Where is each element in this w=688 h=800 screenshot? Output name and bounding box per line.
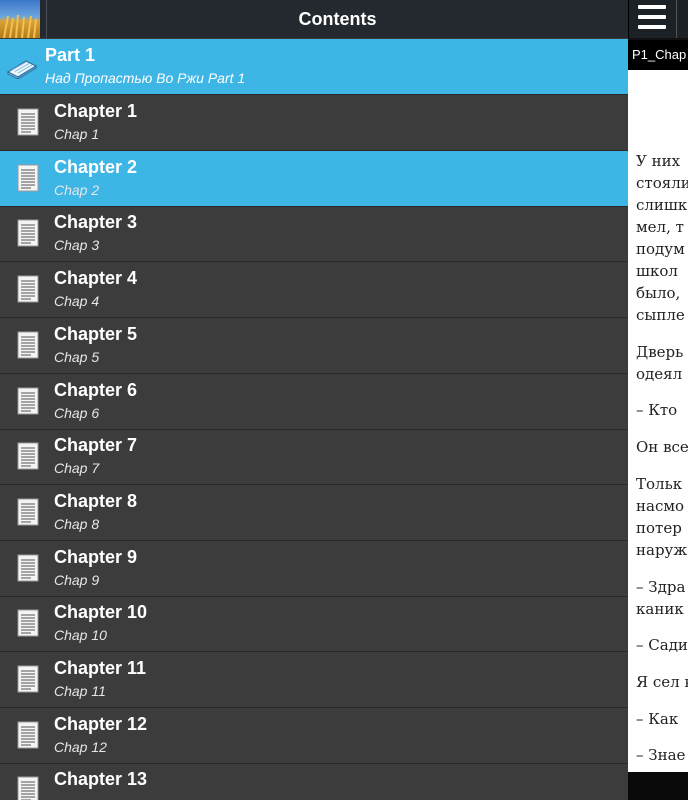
reader-line: школ — [636, 262, 678, 280]
toc-chapter-title: Chapter 8 — [54, 490, 138, 511]
reader-line: одеял — [636, 365, 683, 383]
reader-line: – Как — [636, 710, 679, 728]
toc-chapter-item[interactable]: Chapter 13 — [0, 763, 628, 800]
reader-line: подум — [636, 240, 685, 258]
toc-chapter-subtitle: Chap 6 — [54, 404, 100, 421]
toc-chapter-title: Chapter 12 — [54, 713, 148, 734]
toc-chapter-title: Chapter 9 — [54, 546, 138, 567]
toc-chapter-title: Chapter 10 — [54, 602, 148, 623]
toc-chapter-subtitle: Chap 4 — [54, 293, 100, 310]
toc-chapter-item[interactable]: Chapter 6 Chap 6 — [0, 374, 628, 430]
toc-chapter-title: Chapter 6 — [54, 379, 138, 400]
reader-page: У них стояли слишк мел, т подум школ был… — [628, 70, 688, 772]
toc-chapter-item[interactable]: Chapter 2 Chap 2 — [0, 150, 628, 207]
toc-chapter-item[interactable]: Chapter 5 Chap 5 — [0, 318, 628, 374]
drawer-toolbar: Contents — [0, 0, 628, 38]
document-icon — [17, 442, 39, 470]
document-icon — [17, 498, 39, 526]
document-icon — [17, 387, 39, 414]
reader-line: потер — [636, 519, 682, 537]
toc-chapter-title: Chapter 1 — [54, 101, 138, 121]
reader-line: – Кто — [636, 401, 678, 419]
document-icon — [17, 721, 39, 749]
toc-chapter-title: Chapter 11 — [54, 658, 147, 678]
toc-chapter-subtitle: Chap 8 — [54, 515, 100, 532]
toc-chapter-subtitle: Chap 9 — [54, 571, 100, 588]
toc-chapter-title: Chapter 2 — [54, 156, 138, 177]
toc-part-subtitle: Над Пропастью Во Ржи Part 1 — [45, 70, 246, 86]
contents-drawer: Contents Part 1 Над Пропастью Во Ржи Par… — [0, 0, 628, 800]
wheat-field-logo[interactable] — [0, 0, 40, 38]
reader-line: каник — [636, 600, 684, 618]
toc-chapter-item[interactable]: Chapter 11 Chap 11 — [0, 652, 628, 708]
reader-bottom-bar — [628, 772, 688, 800]
toc-chapter-subtitle: Chap 12 — [54, 738, 107, 755]
document-icon — [17, 219, 39, 247]
book-icon — [6, 60, 38, 79]
reader-line: – Здра — [636, 578, 686, 596]
reader-line: Тольк — [636, 475, 683, 493]
toc-chapter-item[interactable]: Chapter 10 Chap 10 — [0, 596, 628, 653]
page-title: Contents — [298, 9, 377, 29]
toc-chapter-subtitle: Chap 1 — [54, 126, 100, 142]
reader-line: слишк — [636, 196, 688, 214]
reader-line: У них — [636, 152, 681, 170]
toc-chapter-subtitle: Chap 3 — [54, 237, 100, 254]
wheat-icon — [3, 14, 37, 38]
toc-chapter-item[interactable]: Chapter 1 Chap 1 — [0, 95, 628, 151]
reader-line: сыпле — [636, 306, 685, 324]
document-icon — [17, 665, 39, 693]
document-icon — [17, 609, 39, 637]
toc-chapter-item[interactable]: Chapter 8 Chap 8 — [0, 485, 628, 541]
toc-chapter-item[interactable]: Chapter 4 Chap 4 — [0, 262, 628, 319]
toc-chapter-item[interactable]: Chapter 9 Chap 9 — [0, 541, 628, 597]
toc-part-item[interactable]: Part 1 Над Пропастью Во Ржи Part 1 — [0, 39, 628, 95]
toc-chapter-item[interactable]: Chapter 7 Chap 7 — [0, 429, 628, 486]
reader-line: стояли — [636, 174, 688, 192]
toc-chapter-item[interactable]: Chapter 3 Chap 3 — [0, 206, 628, 263]
toc-chapter-subtitle: Chap 10 — [54, 627, 107, 644]
menu-icon[interactable] — [638, 5, 666, 31]
toc-chapter-subtitle: Chap 2 — [54, 181, 100, 198]
reader-line: было, — [636, 284, 681, 302]
toc-chapter-title: Chapter 7 — [54, 435, 138, 456]
reader-line: Я сел к — [636, 673, 688, 691]
toc-chapter-title: Chapter 5 — [54, 323, 138, 344]
document-icon — [17, 331, 39, 359]
reader-panel: P1_Chap У них стояли слишк мел, т подум … — [628, 0, 688, 800]
reader-chapter-tab[interactable]: P1_Chap — [628, 40, 688, 70]
document-icon — [17, 554, 39, 582]
reader-line: – Знае — [636, 746, 686, 764]
toc-chapter-subtitle: Chap 11 — [54, 683, 106, 699]
reader-toolbar — [628, 0, 688, 38]
toc-chapter-title: Chapter 3 — [54, 212, 138, 233]
reader-line: – Сади — [636, 636, 688, 654]
reader-line: насмо — [636, 497, 685, 515]
document-icon — [17, 776, 39, 800]
toc-chapter-title: Chapter 13 — [54, 769, 148, 790]
toc-part-title: Part 1 — [45, 45, 96, 65]
reader-line: Он все — [636, 438, 688, 456]
document-icon — [17, 164, 39, 192]
document-icon — [17, 275, 39, 303]
toc-chapter-item[interactable]: Chapter 12 Chap 12 — [0, 708, 628, 764]
toolbar-divider — [676, 0, 677, 38]
reader-line: наруж — [636, 541, 688, 559]
toc-chapter-subtitle: Chap 5 — [54, 348, 100, 365]
reader-line: Дверь — [636, 343, 684, 361]
reader-line: мел, т — [636, 218, 684, 236]
toc-chapter-title: Chapter 4 — [54, 268, 138, 289]
document-icon — [17, 108, 39, 136]
toc-chapter-subtitle: Chap 7 — [54, 460, 100, 477]
